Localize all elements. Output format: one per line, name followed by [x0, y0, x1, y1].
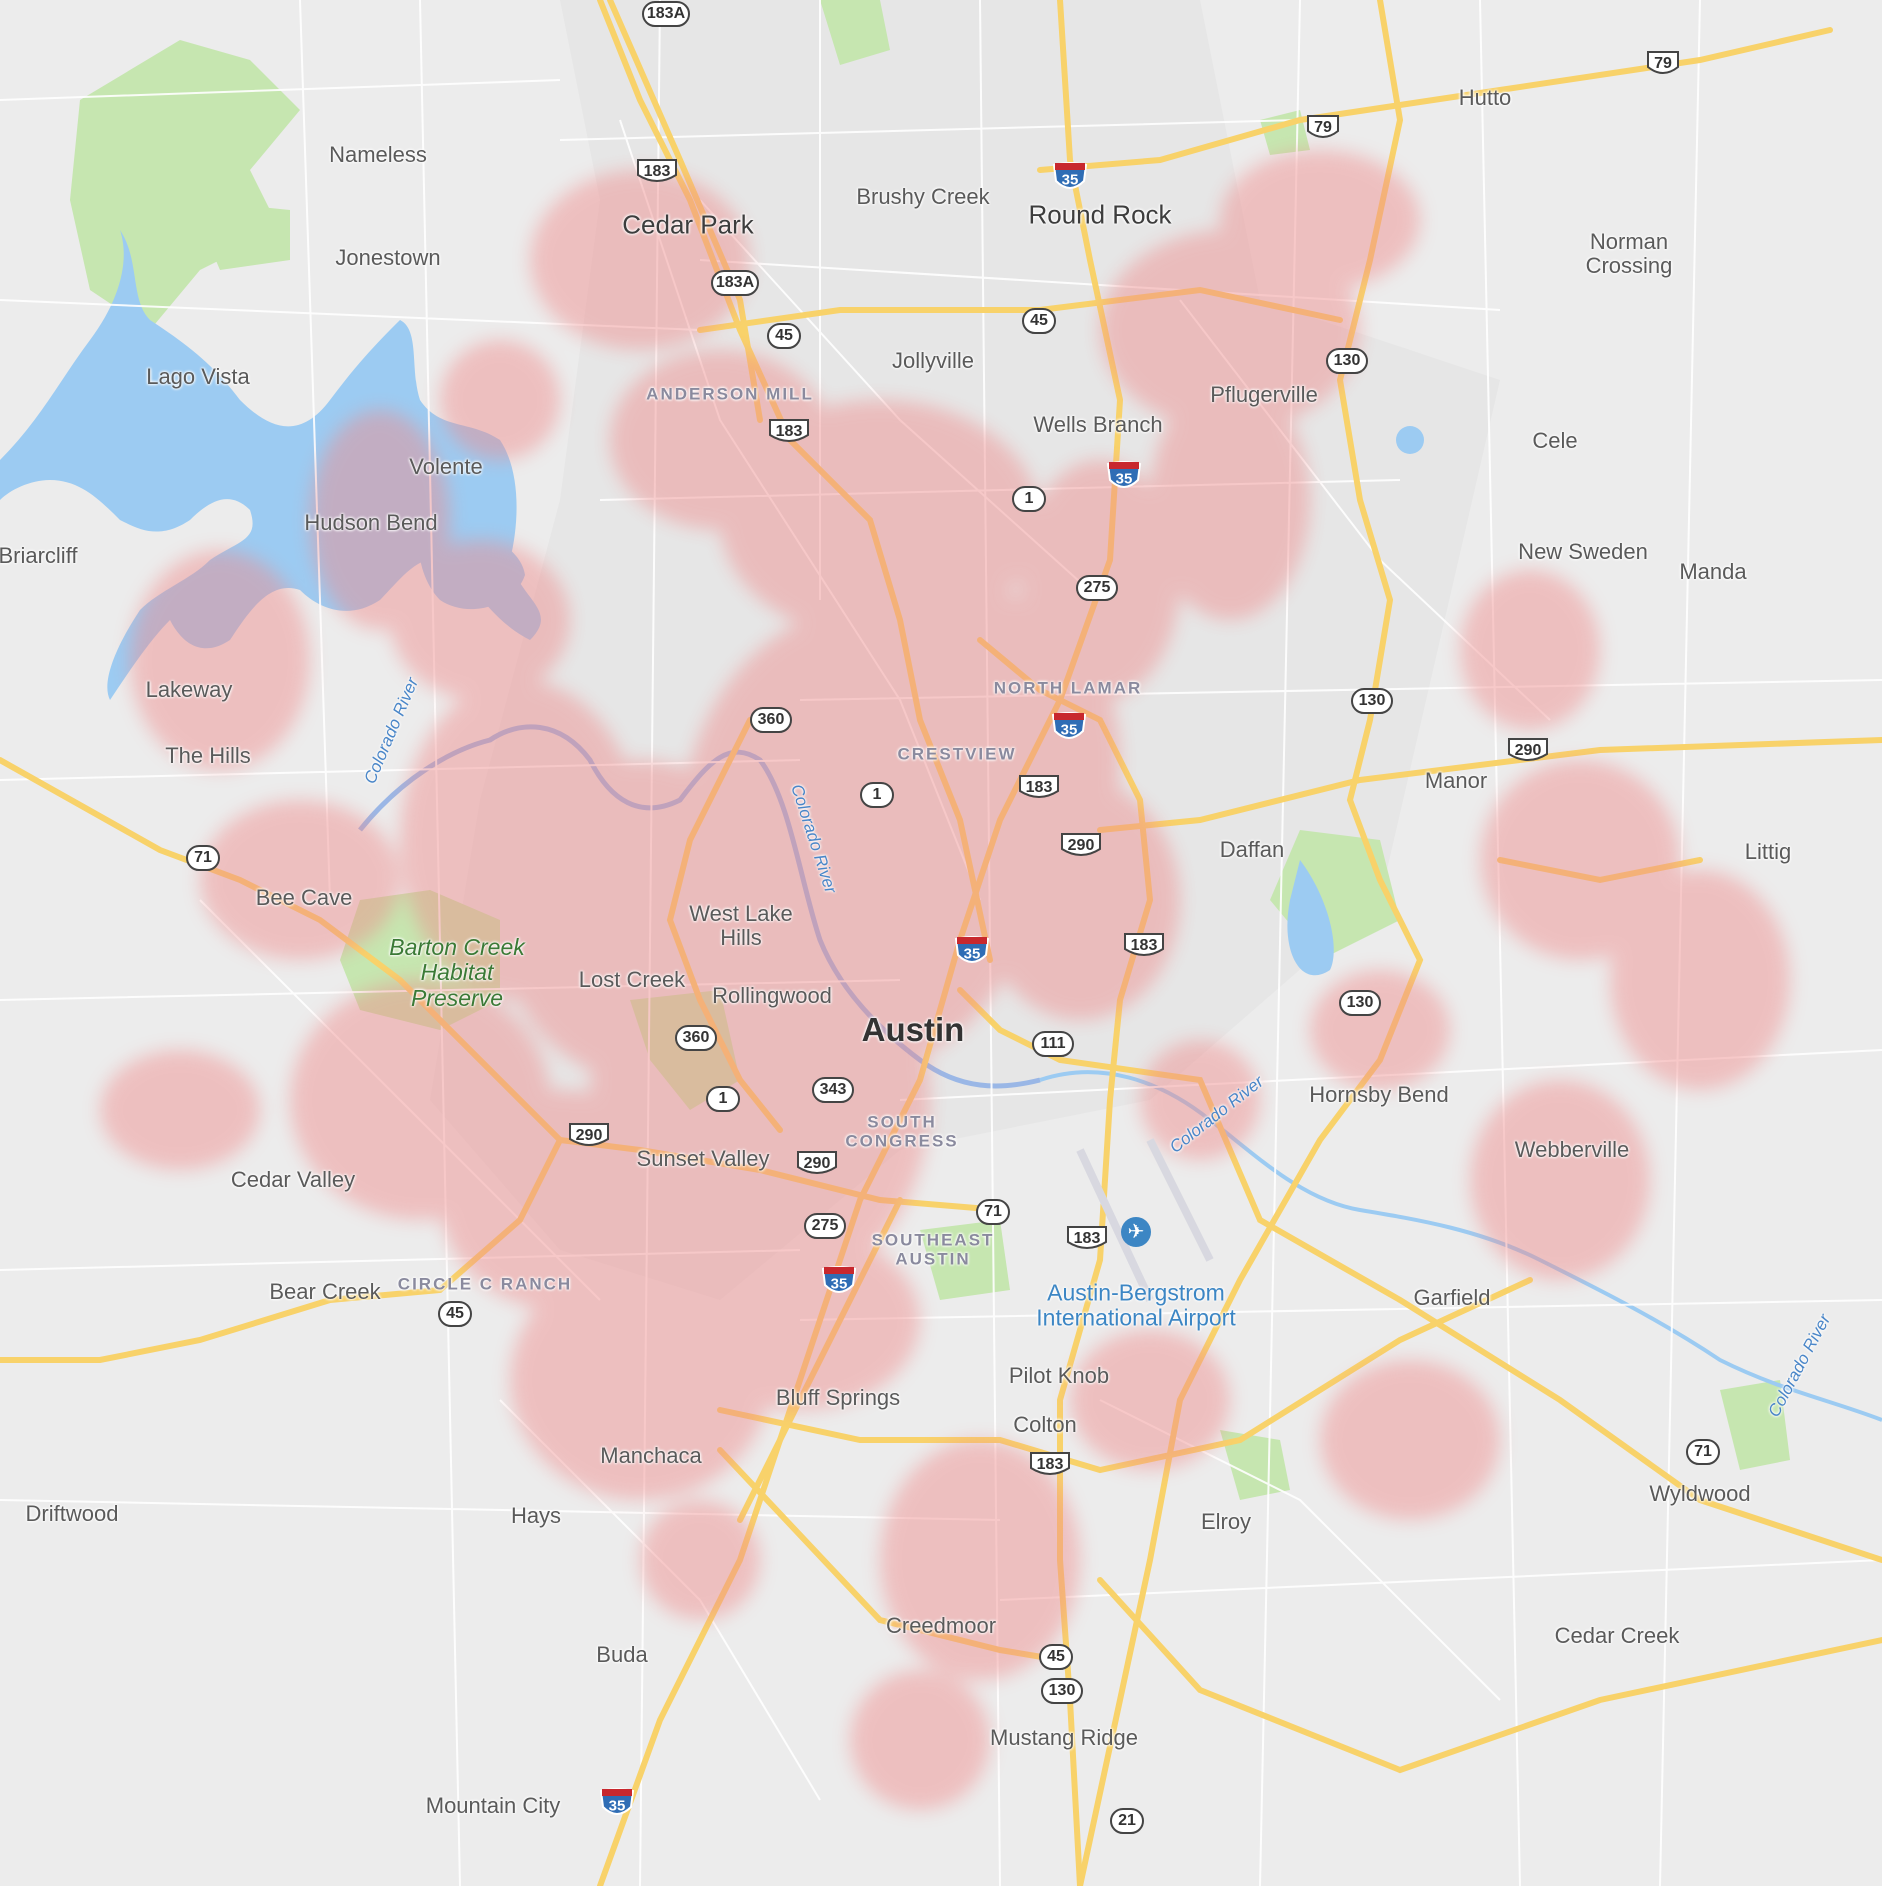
airport-icon[interactable]: ✈ — [1121, 1217, 1151, 1247]
map-base-layer — [0, 0, 1882, 1886]
map-canvas[interactable]: Nameless Jonestown Lago Vista Volente Hu… — [0, 0, 1882, 1886]
